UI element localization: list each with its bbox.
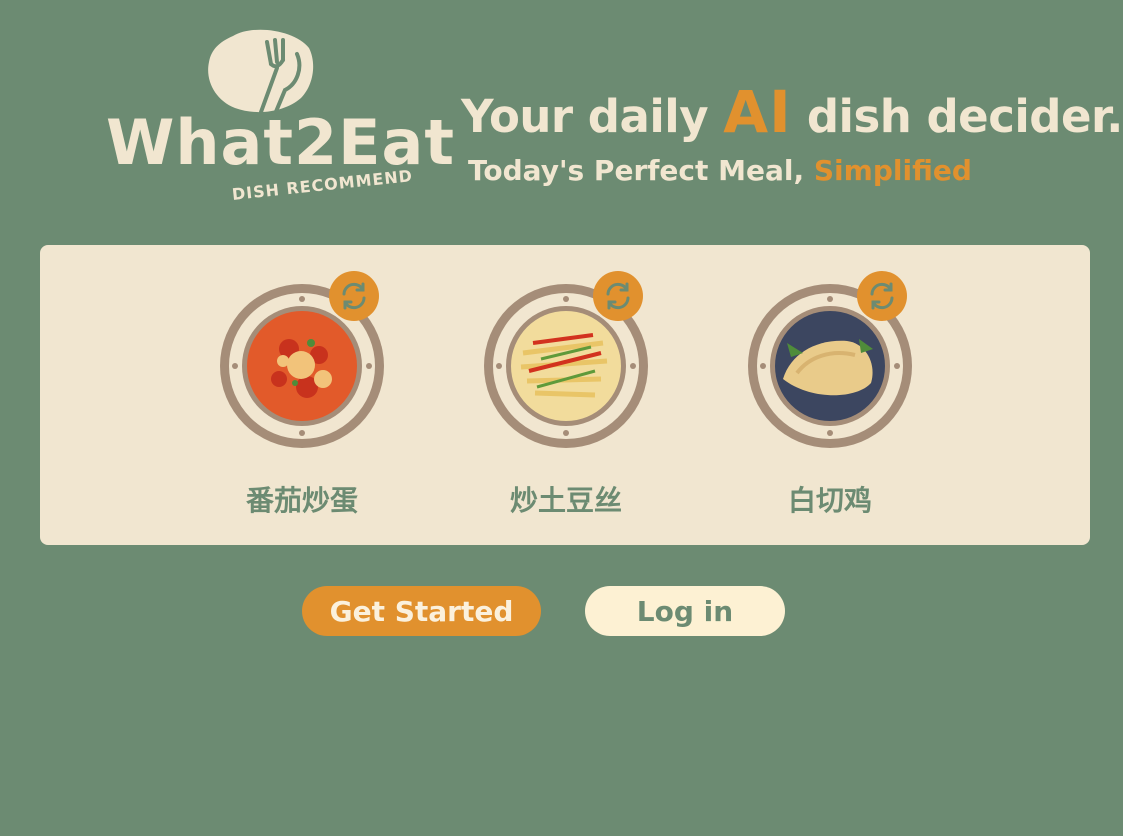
dish-name: 番茄炒蛋 [245,484,358,517]
fork-knife-icon [208,29,314,116]
headline-prefix: Your daily [461,90,709,143]
headline-suffix: dish decider. [806,90,1123,143]
page-headline: Your daily AI dish decider. [461,78,1123,146]
tagline-accent: Simplified [813,154,972,187]
dish-panel: 番茄炒蛋 炒土豆丝 白切鸡 [40,245,1090,545]
dish-card-1[interactable]: 番茄炒蛋 [217,271,387,517]
dish-card-2[interactable]: 炒土豆丝 [481,271,651,517]
brand-logo: What2Eat DISH RECOMMEND [100,28,454,218]
refresh-dish-3-button[interactable] [857,271,907,321]
refresh-icon [606,282,630,310]
refresh-dish-2-button[interactable] [593,271,643,321]
tagline: Today's Perfect Meal, Simplified [468,154,972,187]
log-in-button[interactable]: Log in [585,586,785,636]
dish-card-3[interactable]: 白切鸡 [745,271,915,517]
refresh-dish-1-button[interactable] [329,271,379,321]
get-started-button[interactable]: Get Started [302,586,541,636]
headline-accent: AI [723,78,792,146]
refresh-icon [342,282,366,310]
refresh-icon [870,282,894,310]
dish-name: 炒土豆丝 [509,484,622,517]
dish-name: 白切鸡 [787,484,872,517]
tagline-prefix: Today's Perfect Meal, [468,154,805,187]
